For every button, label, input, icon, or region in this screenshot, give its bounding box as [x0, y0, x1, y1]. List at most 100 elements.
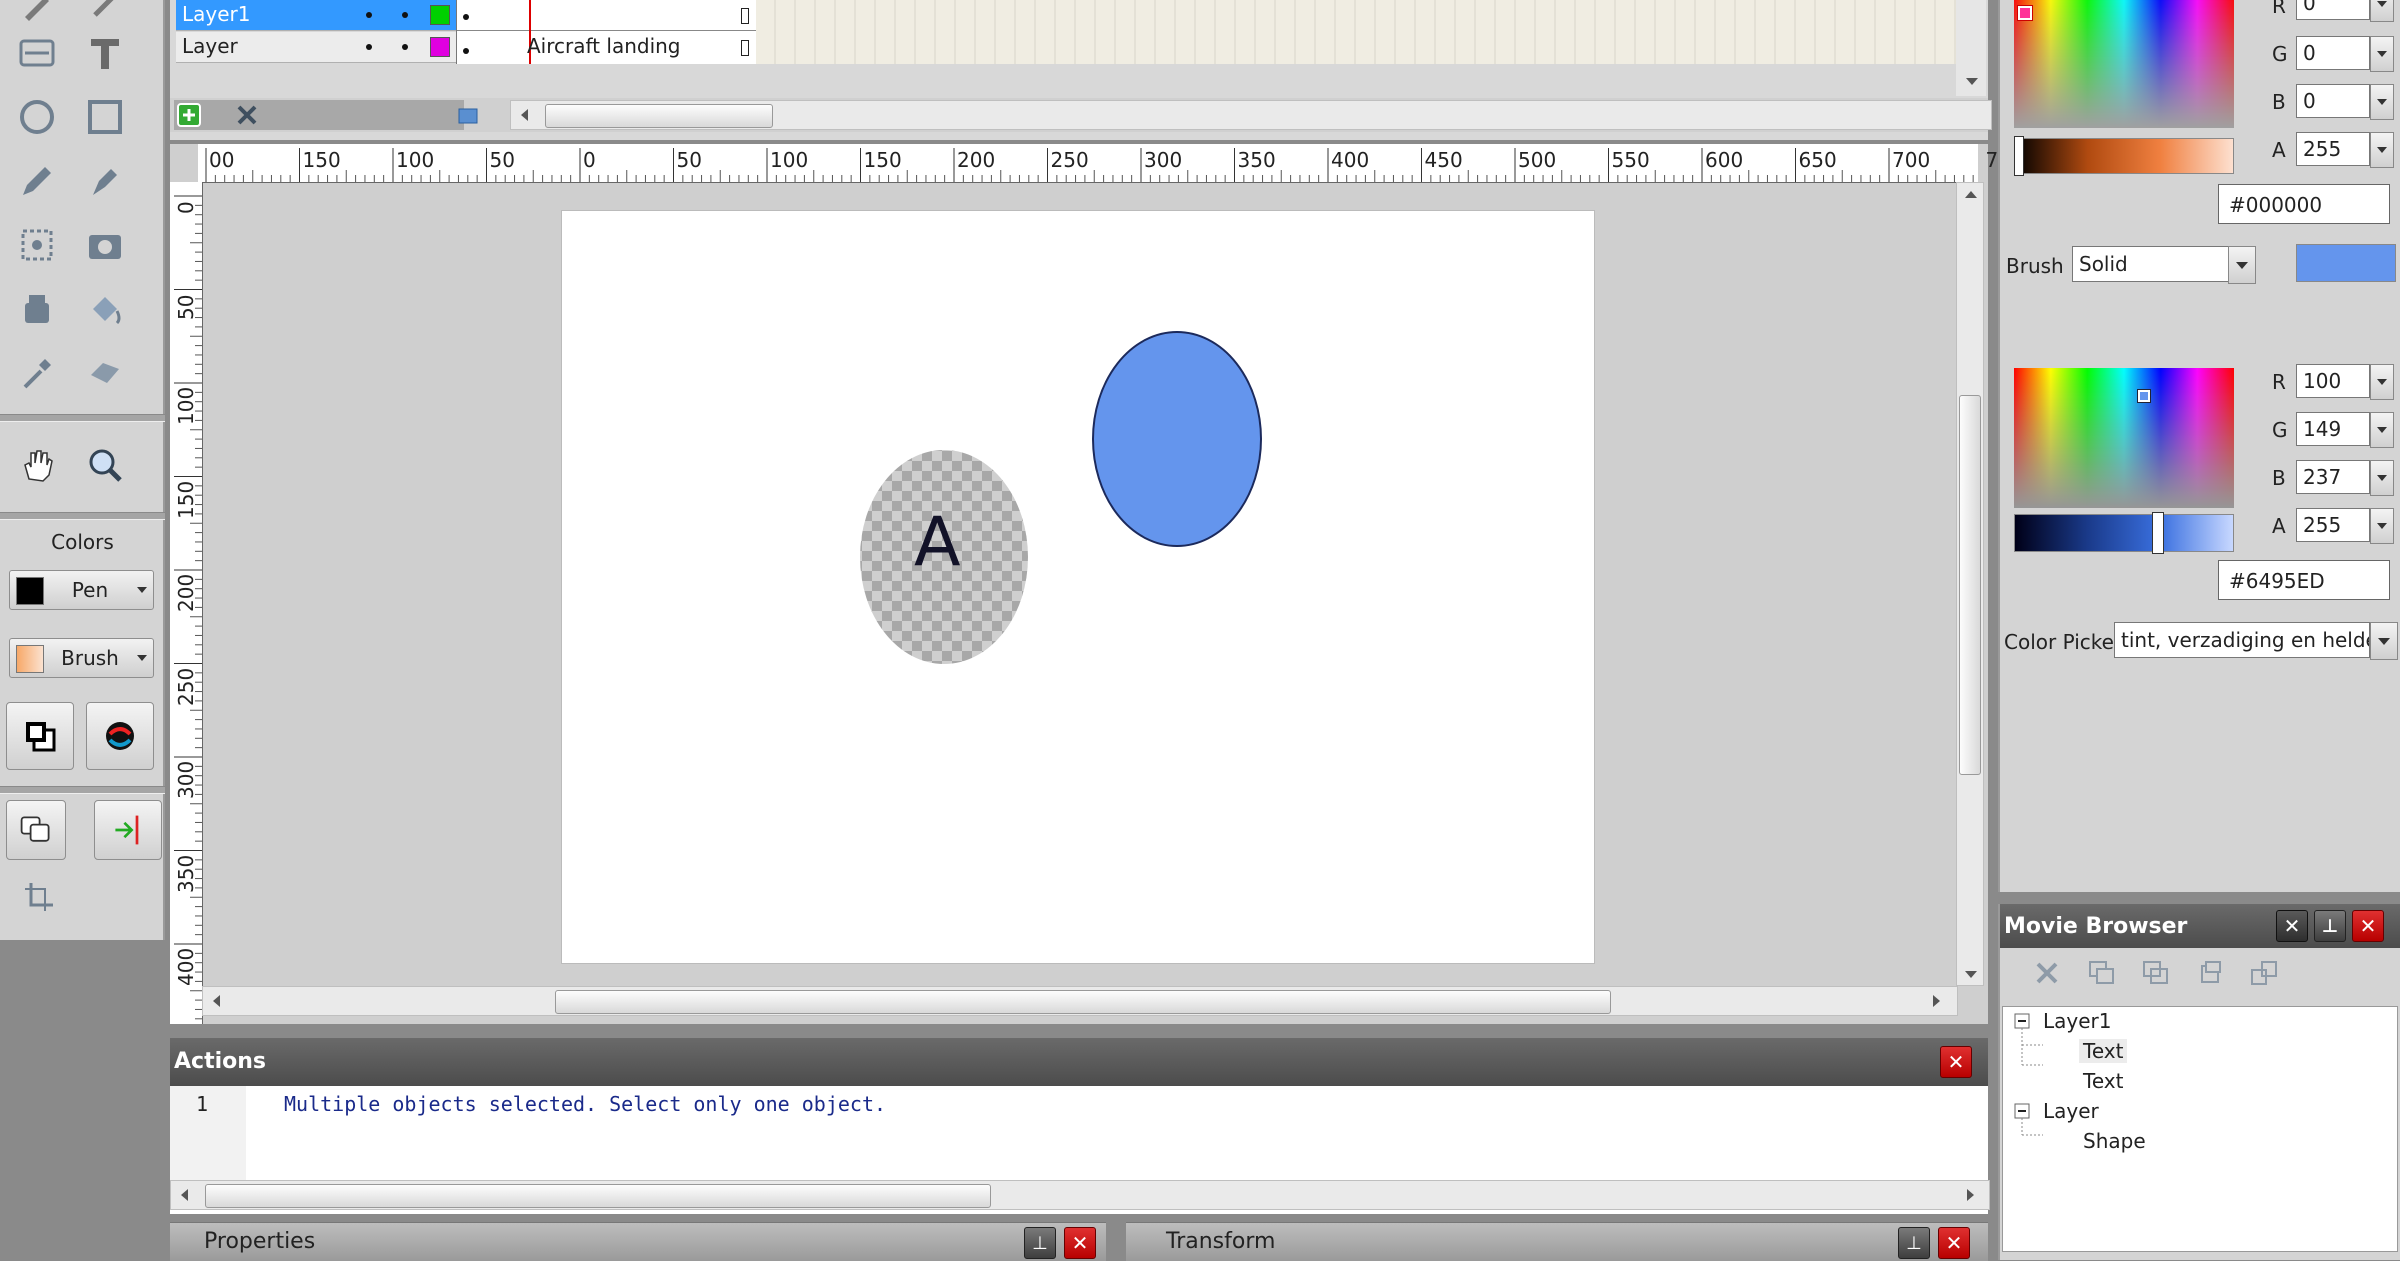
duplicate-object-icon[interactable]	[2088, 960, 2116, 986]
snap-button[interactable]	[94, 800, 162, 860]
frame-grid[interactable]	[756, 0, 1976, 64]
stage-hscroll-thumb[interactable]	[555, 990, 1611, 1014]
actions-hscroll[interactable]	[170, 1180, 1990, 1210]
visibility-dot[interactable]	[366, 44, 372, 50]
tree-node-text[interactable]: Text	[2079, 1039, 2128, 1063]
brush-g-spinner[interactable]	[2370, 412, 2394, 448]
text-tool-icon[interactable]	[80, 28, 130, 78]
group-objects-button[interactable]	[6, 800, 66, 860]
ink-bottle-icon[interactable]	[12, 284, 62, 334]
stage-canvas[interactable]: A	[561, 210, 1595, 964]
pin-movie-browser-button[interactable]: ⊥	[2314, 910, 2346, 942]
eyedropper-icon[interactable]	[12, 348, 62, 398]
frame-span-layer1[interactable]	[457, 0, 757, 31]
properties-panel-header[interactable]: Properties ⊥ ✕	[170, 1222, 1106, 1261]
tree-node-layer[interactable]: Layer	[2043, 1099, 2099, 1123]
pen-g-spinner[interactable]	[2370, 36, 2394, 72]
movie-browser-detach-button[interactable]: ✕	[2276, 910, 2308, 942]
brush-b-input[interactable]: 237	[2296, 460, 2370, 494]
send-backward-icon[interactable]	[2196, 960, 2224, 986]
brush-hue-saturation-field[interactable]	[2014, 368, 2234, 508]
brush-r-input[interactable]: 100	[2296, 364, 2370, 398]
pen-b-spinner[interactable]	[2370, 84, 2394, 120]
scroll-up-arrow-icon[interactable]	[1965, 191, 1977, 198]
add-layer-icon[interactable]	[176, 102, 202, 128]
stage-vscroll-thumb[interactable]	[1959, 395, 1981, 775]
layer-folder-icon[interactable]	[458, 106, 480, 126]
frame-tool-icon[interactable]	[12, 28, 62, 78]
layer-color-swatch[interactable]	[430, 5, 450, 25]
pen-a-spinner[interactable]	[2370, 132, 2394, 168]
transform-tool-icon[interactable]	[12, 220, 62, 270]
close-actions-button[interactable]: ✕	[1940, 1046, 1972, 1078]
pen-hex-input[interactable]: #000000	[2218, 184, 2390, 224]
brush-tool-icon[interactable]	[80, 0, 130, 30]
pen-brightness-handle[interactable]	[2014, 136, 2024, 176]
scroll-right-arrow-icon[interactable]	[1933, 995, 1940, 1007]
delete-object-icon[interactable]	[2034, 960, 2060, 986]
crop-tool-icon[interactable]	[14, 872, 64, 922]
pen-a-input[interactable]: 255	[2296, 132, 2370, 166]
blue-ellipse-shape[interactable]	[1092, 331, 1262, 547]
brush-brightness-handle[interactable]	[2152, 512, 2164, 554]
pen-r-input[interactable]: 0	[2296, 0, 2370, 20]
paint-bucket-icon[interactable]	[80, 284, 130, 334]
eraser-icon[interactable]	[80, 348, 130, 398]
brush-b-spinner[interactable]	[2370, 460, 2394, 496]
timeline-scroll-thumb[interactable]	[545, 104, 773, 128]
scroll-left-arrow-icon[interactable]	[521, 109, 528, 121]
scroll-left-arrow-icon[interactable]	[181, 1189, 188, 1201]
stage-vscroll[interactable]	[1956, 182, 1984, 986]
keyframe-dot[interactable]	[463, 14, 469, 20]
pin-transform-button[interactable]: ⊥	[1898, 1227, 1930, 1259]
pen-picker-cursor[interactable]	[2017, 5, 2033, 21]
brush-type-dropdown-arrow[interactable]	[2228, 246, 2256, 284]
visibility-dot[interactable]	[366, 12, 372, 18]
pen-g-input[interactable]: 0	[2296, 36, 2370, 70]
scroll-right-arrow-icon[interactable]	[1967, 1189, 1974, 1201]
close-movie-browser-button[interactable]: ✕	[2352, 910, 2384, 942]
tree-node-shape[interactable]: Shape	[2083, 1129, 2146, 1153]
scroll-left-arrow-icon[interactable]	[213, 995, 220, 1007]
pen-color-button[interactable]: Pen	[9, 570, 154, 610]
pen-hue-saturation-field[interactable]	[2014, 0, 2234, 128]
brush-a-input[interactable]: 255	[2296, 508, 2370, 542]
actions-scroll-thumb[interactable]	[205, 1184, 991, 1208]
close-properties-button[interactable]: ✕	[1064, 1227, 1096, 1259]
layer-row-layer1[interactable]: Layer1	[176, 0, 456, 31]
bring-forward-icon[interactable]	[2142, 960, 2170, 986]
arrange-object-icon[interactable]	[2250, 960, 2278, 986]
pencil-select-icon[interactable]	[12, 0, 62, 30]
color-picker-mode-select[interactable]: tint, verzadiging en helde	[2114, 622, 2370, 658]
text-object-a[interactable]: A	[914, 503, 961, 582]
brush-type-select[interactable]: Solid	[2072, 246, 2248, 282]
pin-properties-button[interactable]: ⊥	[1024, 1227, 1056, 1259]
camera-tool-icon[interactable]	[80, 220, 130, 270]
swap-colors-button[interactable]	[86, 702, 154, 770]
rectangle-tool-icon[interactable]	[80, 92, 130, 142]
close-transform-button[interactable]: ✕	[1938, 1227, 1970, 1259]
brush-picker-cursor[interactable]	[2137, 389, 2151, 403]
lock-dot[interactable]	[402, 44, 408, 50]
brush-a-spinner[interactable]	[2370, 508, 2394, 544]
layer-color-swatch[interactable]	[430, 37, 450, 57]
tree-node-layer1[interactable]: Layer1	[2043, 1009, 2112, 1033]
keyframe-dot[interactable]	[463, 48, 469, 54]
layer-row-layer[interactable]: Layer	[176, 32, 456, 63]
pen-r-spinner[interactable]	[2370, 0, 2394, 22]
scroll-down-arrow-icon[interactable]	[1966, 78, 1978, 85]
lock-dot[interactable]	[402, 12, 408, 18]
brush-brightness-slider[interactable]	[2014, 514, 2234, 552]
hand-tool-icon[interactable]	[12, 440, 62, 490]
scroll-down-arrow-icon[interactable]	[1965, 971, 1977, 978]
pencil-tool-icon[interactable]	[12, 156, 62, 206]
brush-color-button[interactable]: Brush	[9, 638, 154, 678]
brush-g-input[interactable]: 149	[2296, 412, 2370, 446]
brush-hex-input[interactable]: #6495ED	[2218, 560, 2390, 600]
pen-tool-icon[interactable]	[80, 156, 130, 206]
default-colors-button[interactable]	[6, 702, 74, 770]
brush-r-spinner[interactable]	[2370, 364, 2394, 400]
timeline-hscroll[interactable]	[510, 100, 2100, 130]
ellipse-tool-icon[interactable]	[12, 92, 62, 142]
zoom-tool-icon[interactable]	[80, 440, 130, 490]
